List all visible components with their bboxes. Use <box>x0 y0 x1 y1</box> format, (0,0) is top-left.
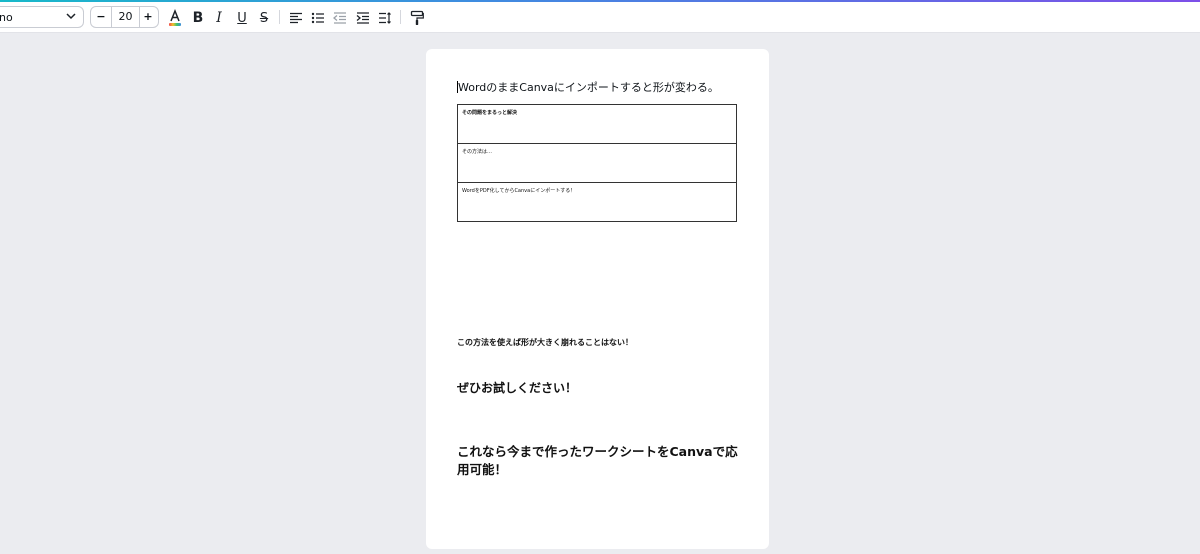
font-size-input[interactable]: 20 <box>111 7 140 27</box>
toolbar-divider <box>279 10 280 24</box>
text-toolbar: no − 20 + B I U S <box>0 2 1200 33</box>
table-cell[interactable]: その方法は… <box>457 143 737 183</box>
toolbar-divider <box>400 10 401 24</box>
table-cell[interactable]: その問題をまるっと解決 <box>457 104 737 144</box>
line-spacing-icon[interactable] <box>376 9 394 27</box>
font-family-value: no <box>0 11 13 24</box>
document-title-text[interactable]: WordのままCanvaにインポートすると形が変わる。 <box>458 79 719 95</box>
font-family-select[interactable]: no <box>0 6 84 28</box>
bold-icon[interactable]: B <box>189 9 207 27</box>
document-table[interactable]: その問題をまるっと解決 その方法は… WordをPDF化してからCanvaにイン… <box>457 104 737 222</box>
align-left-icon[interactable] <box>287 9 305 27</box>
paragraph-text[interactable]: この方法を使えば形が大きく崩れることはない！ <box>457 337 633 348</box>
indent-icon[interactable] <box>354 9 372 27</box>
document-page[interactable]: WordのままCanvaにインポートすると形が変わる。 その問題をまるっと解決 … <box>426 49 769 549</box>
font-size-stepper: − 20 + <box>90 6 159 28</box>
increase-font-size-button[interactable]: + <box>138 7 158 27</box>
bullet-list-icon[interactable] <box>309 9 327 27</box>
table-cell[interactable]: WordをPDF化してからCanvaにインポートする！ <box>457 182 737 222</box>
decrease-font-size-button[interactable]: − <box>91 7 111 27</box>
outdent-icon[interactable] <box>331 9 349 27</box>
text-color-icon[interactable] <box>166 9 184 27</box>
paragraph-text[interactable]: これなら今まで作ったワークシートをCanvaで応用可能！ <box>457 443 742 479</box>
paragraph-text[interactable]: ぜひお試しください！ <box>457 379 577 396</box>
underline-icon[interactable]: U <box>233 9 251 27</box>
italic-icon[interactable]: I <box>210 9 228 27</box>
paint-roller-icon[interactable] <box>408 9 426 27</box>
chevron-down-icon <box>65 10 77 22</box>
strikethrough-icon[interactable]: S <box>255 9 273 27</box>
